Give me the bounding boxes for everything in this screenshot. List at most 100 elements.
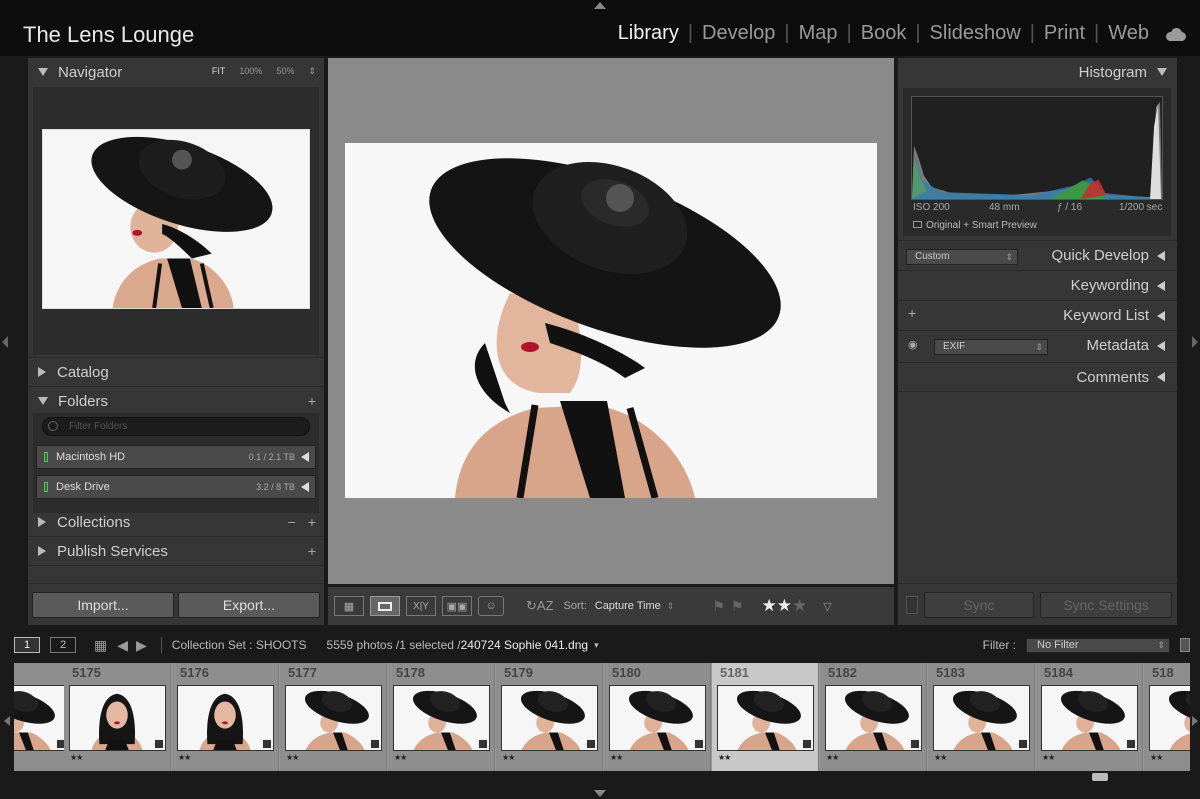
- eye-icon[interactable]: ◉: [908, 338, 918, 351]
- add-folder-icon[interactable]: +: [308, 393, 316, 409]
- folder-drive-macintosh-hd[interactable]: Macintosh HD 0.1 / 2.1 TB: [36, 445, 316, 469]
- sort-select[interactable]: Capture Time: [595, 600, 661, 612]
- thumbnail-rating[interactable]: ★★: [826, 753, 839, 762]
- filename-dropdown-icon[interactable]: ▾: [594, 640, 599, 651]
- thumbnail-image[interactable]: [609, 685, 706, 751]
- right-panel-toggle-icon[interactable]: [1192, 336, 1198, 348]
- navigator-preview-image[interactable]: [42, 129, 310, 309]
- flag-pick-icon[interactable]: ⚑: [712, 598, 725, 615]
- histogram-graph[interactable]: [911, 96, 1163, 200]
- develop-adjusted-icon[interactable]: [586, 739, 596, 749]
- source-label[interactable]: Collection Set : SHOOTS: [172, 638, 307, 652]
- develop-adjusted-icon[interactable]: [802, 739, 812, 749]
- toolbar-menu-icon[interactable]: ▽: [823, 600, 831, 613]
- secondary-window-button[interactable]: 2: [50, 637, 76, 653]
- filter-lock-icon[interactable]: [1180, 638, 1190, 652]
- flag-reject-icon[interactable]: ⚑: [731, 598, 744, 615]
- filmstrip-thumbnail[interactable]: 5176 ★★: [172, 663, 279, 771]
- filmstrip-thumbnail[interactable]: 518 ★★: [1144, 663, 1190, 771]
- thumbnail-rating[interactable]: ★★: [70, 753, 83, 762]
- thumbnail-rating[interactable]: ★★: [502, 753, 515, 762]
- keyword-list-header[interactable]: + Keyword List: [898, 300, 1177, 330]
- people-view-icon[interactable]: ☺: [478, 596, 504, 616]
- export-button[interactable]: Export...: [178, 592, 320, 618]
- thumbnail-rating[interactable]: ★★: [1042, 753, 1055, 762]
- filter-folders-input[interactable]: Filter Folders: [42, 417, 310, 436]
- module-book[interactable]: Book: [852, 22, 916, 45]
- folder-drive-desk-drive[interactable]: Desk Drive 3.2 / 8 TB: [36, 475, 316, 499]
- thumbnail-image[interactable]: [1149, 685, 1190, 751]
- module-slideshow[interactable]: Slideshow: [921, 22, 1030, 45]
- comments-header[interactable]: Comments: [898, 362, 1177, 392]
- thumbnail-image[interactable]: [933, 685, 1030, 751]
- thumbnail-rating[interactable]: ★★: [178, 753, 191, 762]
- thumbnail-rating[interactable]: ★★: [286, 753, 299, 762]
- filmstrip-thumbnail[interactable]: 5177 ★★: [280, 663, 387, 771]
- thumbnail-rating[interactable]: ★★: [934, 753, 947, 762]
- filmstrip-thumbnail[interactable]: 5180 ★★: [604, 663, 711, 771]
- selected-filename[interactable]: 240724 Sophie 041.dng: [461, 638, 588, 652]
- import-button[interactable]: Import...: [32, 592, 174, 618]
- saved-preset-select[interactable]: Custom: [906, 249, 1018, 265]
- filmstrip-thumbnail[interactable]: 5184 ★★: [1036, 663, 1143, 771]
- develop-adjusted-icon[interactable]: [1126, 739, 1136, 749]
- add-keyword-icon[interactable]: +: [908, 305, 916, 321]
- drive-expand-icon[interactable]: [301, 452, 309, 462]
- loupe-view-icon[interactable]: [370, 596, 400, 616]
- develop-adjusted-icon[interactable]: [910, 739, 920, 749]
- remove-collection-icon[interactable]: −: [288, 514, 296, 530]
- thumbnail-image[interactable]: [825, 685, 922, 751]
- zoom-100[interactable]: 100%: [239, 66, 262, 77]
- drive-expand-icon[interactable]: [301, 482, 309, 492]
- grid-view-icon[interactable]: ▦: [334, 596, 364, 616]
- filmstrip-thumbnail[interactable]: 5183 ★★: [928, 663, 1035, 771]
- module-web[interactable]: Web: [1099, 22, 1158, 45]
- cloud-sync-icon[interactable]: [1164, 27, 1186, 41]
- grid-icon[interactable]: ▦: [94, 637, 107, 654]
- filmstrip-thumbnail[interactable]: 5179 ★★: [496, 663, 603, 771]
- thumbnail-image[interactable]: [1041, 685, 1138, 751]
- keywording-header[interactable]: Keywording: [898, 270, 1177, 300]
- module-develop[interactable]: Develop: [693, 22, 784, 45]
- filmstrip-right-toggle-icon[interactable]: [1192, 716, 1198, 726]
- star-rating[interactable]: ★★★: [761, 596, 807, 616]
- metadata-preset-select[interactable]: EXIF: [934, 339, 1048, 355]
- module-library[interactable]: Library: [609, 22, 688, 45]
- zoom-fit[interactable]: FIT: [212, 66, 226, 77]
- sort-dropdown-icon[interactable]: ⇕: [667, 601, 675, 612]
- sync-button[interactable]: Sync: [924, 592, 1034, 618]
- thumbnail-rating[interactable]: ★★: [610, 753, 623, 762]
- develop-adjusted-icon[interactable]: [262, 739, 272, 749]
- compare-view-icon[interactable]: X|Y: [406, 596, 436, 616]
- add-collection-icon[interactable]: +: [308, 514, 316, 530]
- collections-header[interactable]: Collections − +: [28, 508, 324, 536]
- thumbnail-rating[interactable]: ★★: [718, 753, 731, 762]
- thumbnail-image[interactable]: [717, 685, 814, 751]
- thumbnail-image[interactable]: [69, 685, 166, 751]
- develop-adjusted-icon[interactable]: [1018, 739, 1028, 749]
- filmstrip-scroll-thumb[interactable]: [1092, 773, 1108, 781]
- zoom-more-icon[interactable]: ⇕: [308, 66, 316, 77]
- histogram-header[interactable]: Histogram: [898, 58, 1177, 86]
- zoom-50[interactable]: 50%: [276, 66, 294, 77]
- sync-settings-button[interactable]: Sync Settings: [1040, 592, 1172, 618]
- module-print[interactable]: Print: [1035, 22, 1094, 45]
- filmstrip-thumbnail[interactable]: 5178 ★★: [388, 663, 495, 771]
- thumbnail-image[interactable]: [177, 685, 274, 751]
- develop-adjusted-icon[interactable]: [154, 739, 164, 749]
- filmstrip-left-toggle-icon[interactable]: [4, 716, 10, 726]
- metadata-header[interactable]: ◉ EXIF Metadata: [898, 330, 1177, 360]
- back-arrow-icon[interactable]: ◀: [117, 637, 128, 654]
- filter-select[interactable]: No Filter ⇕: [1026, 637, 1170, 653]
- thumbnail-image[interactable]: [501, 685, 598, 751]
- auto-sync-switch[interactable]: [906, 596, 918, 614]
- left-panel-toggle-icon[interactable]: [2, 336, 8, 348]
- develop-adjusted-icon[interactable]: [478, 739, 488, 749]
- top-panel-toggle-icon[interactable]: [594, 2, 606, 9]
- filmstrip-thumbnail[interactable]: 5181 ★★: [712, 663, 819, 771]
- forward-arrow-icon[interactable]: ▶: [136, 637, 147, 654]
- bottom-panel-toggle-icon[interactable]: [594, 790, 606, 797]
- thumbnail-rating[interactable]: ★★: [394, 753, 407, 762]
- develop-adjusted-icon[interactable]: [694, 739, 704, 749]
- catalog-header[interactable]: Catalog: [28, 358, 324, 386]
